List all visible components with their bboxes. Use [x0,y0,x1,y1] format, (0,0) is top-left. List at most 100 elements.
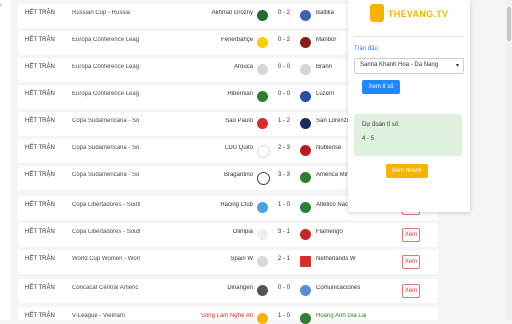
match-score: 2 - 1 [277,256,290,262]
away-team: Netherlands W [316,256,356,262]
home-team-logo-icon [257,91,268,102]
match-status: HẾT TRẬN [25,10,55,16]
panel-divider [354,36,464,37]
home-team-logo-icon [257,118,268,129]
home-team-logo-icon [257,229,268,240]
league-name: Copa Sudamericana - So [72,118,140,124]
view-match-button[interactable]: Xem [402,284,420,298]
home-team: Diriangén [227,285,253,291]
prediction-value: 4 - 5 [362,136,375,142]
match-select[interactable]: Sanna Khanh Hoa - Da Nang ▾ [354,58,464,74]
match-score: 0 - 0 [277,285,290,291]
table-row[interactable]: HẾT TRẬN Copa Libertadores - Soutl Olimp… [18,223,438,247]
match-score: 1 - 0 [277,313,290,319]
league-name: Copa Libertadores - Soutl [72,229,141,235]
home-team: Akhmat Grozny [211,10,253,16]
match-status: HẾT TRẬN [25,118,55,124]
league-name: Russian Cup - Russia [72,10,131,16]
match-status: HẾT TRẬN [25,145,55,151]
away-team-logo-icon [300,145,311,156]
match-status: HẾT TRẬN [25,285,55,291]
home-team-logo-icon [257,10,268,21]
table-row[interactable]: HẾT TRẬN Concacaf Central Americ Diriang… [18,279,438,303]
chevron-down-icon: ▾ [455,63,459,69]
home-team: Sông Lam Nghệ An [200,313,253,319]
match-status: HẾT TRẬN [25,202,55,208]
match-score: 2 - 3 [277,145,290,151]
score-prediction-panel: THEVANG.TV Trận đấu Sanna Khanh Hoa - Da… [348,0,470,212]
home-team-logo-icon [257,256,268,267]
away-team-logo-icon [300,64,311,75]
away-team-logo-icon [300,37,311,48]
match-score: 3 - 1 [277,229,290,235]
home-team: Olimpia [232,229,253,235]
view-match-button[interactable]: Xem [402,228,420,242]
away-team-logo-icon [300,313,311,324]
match-select-label: Trận đấu [354,46,378,52]
match-status: HẾT TRẬN [25,64,55,70]
home-team: Racing Club [220,202,253,208]
league-name: Copa Sudamericana - So [72,172,140,178]
league-name: Europa Conference Leag [72,64,140,70]
home-team: Spain W [230,256,253,262]
match-score: 0 - 2 [277,10,290,16]
away-team: Comunicaciones [316,285,361,291]
match-status: HẾT TRẬN [25,256,55,262]
view-score-button[interactable]: Xem tỉ số [362,80,400,94]
home-team-logo-icon [257,64,268,75]
match-status: HẾT TRẬN [25,91,55,97]
view-match-button[interactable]: Xem [402,255,420,269]
home-team-logo-icon [257,202,268,213]
away-team-logo-icon [300,285,311,296]
left-margin: ‹ [0,0,10,320]
prediction-label: Dự đoán tỉ số: [362,122,400,128]
home-team-logo-icon [257,285,268,296]
match-score: 3 - 3 [277,172,290,178]
match-status: HẾT TRẬN [25,37,55,43]
away-team-logo-icon [300,172,311,183]
league-name: V-League - Vietnam [72,313,125,319]
home-team: São Paulo [225,118,253,124]
page: ‹ HẾT TRẬN Russian Cup - Russia Akhmat G… [0,0,512,324]
home-team-logo-icon [257,145,270,158]
match-status: HẾT TRẬN [25,172,55,178]
league-name: Copa Libertadores - Soutl [72,202,141,208]
away-team-logo-icon [300,256,311,267]
away-team-logo-icon [300,202,311,213]
thevang-badge-icon [370,4,384,22]
home-team-logo-icon [257,313,268,324]
away-team-logo-icon [300,118,311,129]
away-team: Flamengo [316,229,343,235]
league-name: Europa Conference Leag [72,37,140,43]
match-score: 1 - 2 [277,118,290,124]
league-name: Copa Sudamericana - So [72,145,140,151]
home-team-logo-icon [257,37,268,48]
table-row[interactable]: HẾT TRẬN World Cup Women - Worl Spain W … [18,250,438,274]
away-team-logo-icon [300,229,311,240]
league-name: Europa Conference Leag [72,91,140,97]
table-row[interactable]: HẾT TRẬN V-League - Vietnam Sông Lam Ngh… [18,307,438,324]
league-name: Concacaf Central Americ [72,285,139,291]
match-score: 0 - 2 [277,37,290,43]
thevang-logo: THEVANG.TV [370,4,450,26]
away-team: Hoàng Anh Gia Lai [316,313,367,319]
home-team: Hibernian [227,91,253,97]
match-status: HẾT TRẬN [25,313,55,319]
home-team: Arouca [233,64,253,70]
home-team: LDU Quito [224,145,253,151]
match-score: 1 - 0 [277,202,290,208]
home-team-logo-icon [257,172,270,185]
league-name: World Cup Women - Worl [72,256,141,262]
home-team: Fenerbahçe [220,37,253,43]
match-status: HẾT TRẬN [25,229,55,235]
match-score: 0 - 0 [277,64,290,70]
logo-text: THEVANG.TV [388,9,449,19]
match-score: 0 - 0 [277,91,290,97]
view-fast-button[interactable]: Xem nhanh [386,164,428,178]
chevron-left-icon[interactable]: ‹ [0,2,2,9]
scrollbar[interactable] [506,0,512,320]
away-team-logo-icon [300,91,311,102]
away-team-logo-icon [300,10,311,21]
scrollbar-thumb[interactable] [507,7,511,41]
prediction-box: Dự đoán tỉ số: 4 - 5 [354,114,462,156]
